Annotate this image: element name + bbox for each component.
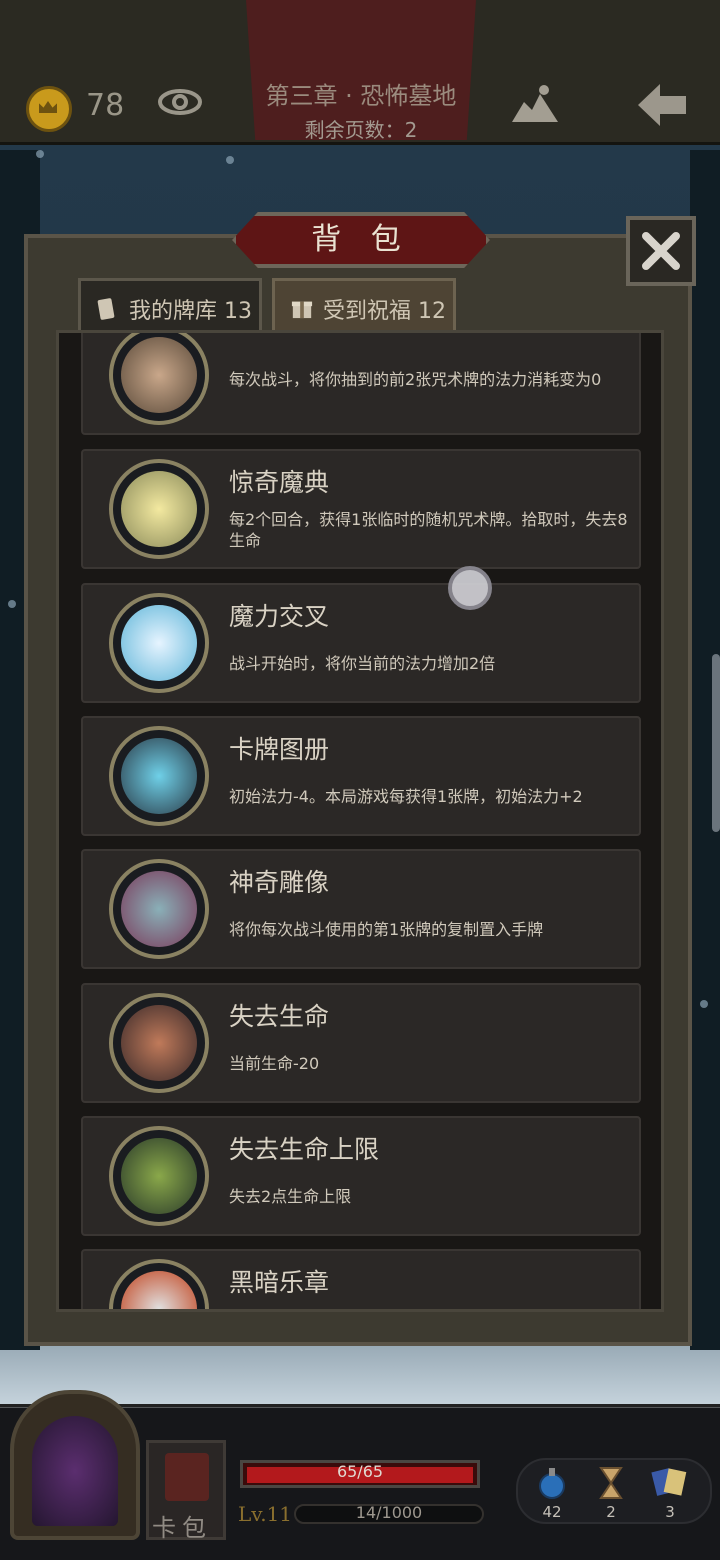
tab-label: 受到祝福 12 [323,299,446,324]
blessing-card[interactable]: 卡牌图册 初始法力-4。本局游戏每获得1张牌，初始法力+2 [81,716,641,836]
tab-my-deck[interactable]: 我的牌库 13 [78,278,262,334]
chapter-title: 第三章 · 恐怖墓地 [265,82,457,110]
blessing-card[interactable]: 黑暗乐章 [81,1249,641,1309]
cards-icon [97,298,115,320]
potion-icon[interactable] [536,1466,568,1500]
eye-icon[interactable] [158,88,202,116]
ghost-ogre-icon [109,1126,209,1226]
spellbook-icon [165,1453,209,1501]
touch-indicator [448,566,492,610]
blessing-card[interactable]: 神奇雕像 将你每次战斗使用的第1张牌的复制置入手牌 [81,849,641,969]
blessing-desc: 当前生命-20 [229,1054,320,1073]
blessing-name: 卡牌图册 [229,735,330,764]
cards-count: 3 [665,1503,675,1521]
gift-icon [291,301,313,319]
xp-text: 14/1000 [355,1503,423,1522]
level-label: Lv.11 [238,1502,293,1526]
snowflake [700,1000,708,1008]
blessing-name: 失去生命上限 [229,1135,380,1164]
blessing-name: 魔力交叉 [229,602,330,631]
chapter-banner: 第三章 · 恐怖墓地 剩余页数：2 [246,0,476,140]
blessing-desc: 初始法力-4。本局游戏每获得1张牌，初始法力+2 [229,787,583,806]
blessing-card[interactable]: 每次战斗，将你抽到的前2张咒术牌的法力消耗变为0 [81,333,641,435]
tab-label: 我的牌库 13 [129,299,252,324]
gold-count: 78 [86,88,125,123]
map-icon[interactable] [510,82,560,126]
close-icon [642,232,680,270]
top-bar: 第三章 · 恐怖墓地 剩余页数：2 [0,0,720,145]
blessing-desc: 每次战斗，将你抽到的前2张咒术牌的法力消耗变为0 [229,370,602,389]
bleeding-arm-icon [109,993,209,1093]
blessing-desc: 战斗开始时，将你当前的法力增加2倍 [229,654,496,673]
blessing-desc: 将你每次战斗使用的第1张牌的复制置入手牌 [229,920,544,939]
blessing-desc: 每2个回合，获得1张临时的随机咒术牌。拾取时，失去8生命 [229,510,628,550]
card-album-icon [109,726,209,826]
blessing-name: 惊奇魔典 [229,468,330,497]
blessing-list[interactable]: 每次战斗，将你抽到的前2张咒术牌的法力消耗变为0 惊奇魔典 每2个回合，获得1张… [56,330,664,1312]
blessing-name: 神奇雕像 [229,868,330,897]
hourglass-count: 2 [606,1503,616,1521]
blessing-card[interactable]: 魔力交叉 战斗开始时，将你当前的法力增加2倍 [81,583,641,703]
dark-music-icon [109,1259,209,1309]
crossed-staffs-icon [109,593,209,693]
panel-title: 背 包 [311,222,411,257]
blessing-name: 失去生命 [229,1002,330,1031]
remaining-pages: 剩余页数：2 [304,118,418,142]
blessing-desc: 失去2点生命上限 [229,1187,352,1206]
potion-count: 42 [542,1503,562,1521]
snowflake [8,600,16,608]
snowflake [226,156,234,164]
back-arrow-icon[interactable] [636,82,688,128]
scrollbar[interactable] [712,654,720,832]
gargoyle-statue-icon [109,859,209,959]
hourglass-icon[interactable] [598,1466,624,1500]
blessing-card[interactable]: 失去生命上限 失去2点生命上限 [81,1116,641,1236]
blessing-card[interactable]: 惊奇魔典 每2个回合，获得1张临时的随机咒术牌。拾取时，失去8生命 [81,449,641,569]
portal-door[interactable] [10,1390,140,1540]
hand-lightning-icon [109,333,209,425]
tab-blessings[interactable]: 受到祝福 12 [272,278,456,334]
coin-icon [26,86,72,132]
magic-book-icon [109,459,209,559]
blessing-name: 黑暗乐章 [229,1268,330,1297]
close-button[interactable] [626,216,696,286]
snowflake [36,150,44,158]
blessing-card[interactable]: 失去生命 当前生命-20 [81,983,641,1103]
hp-text: 65/65 [336,1462,384,1481]
cards-stack-icon[interactable] [650,1464,688,1500]
deck-label: 卡包 [152,1514,212,1542]
